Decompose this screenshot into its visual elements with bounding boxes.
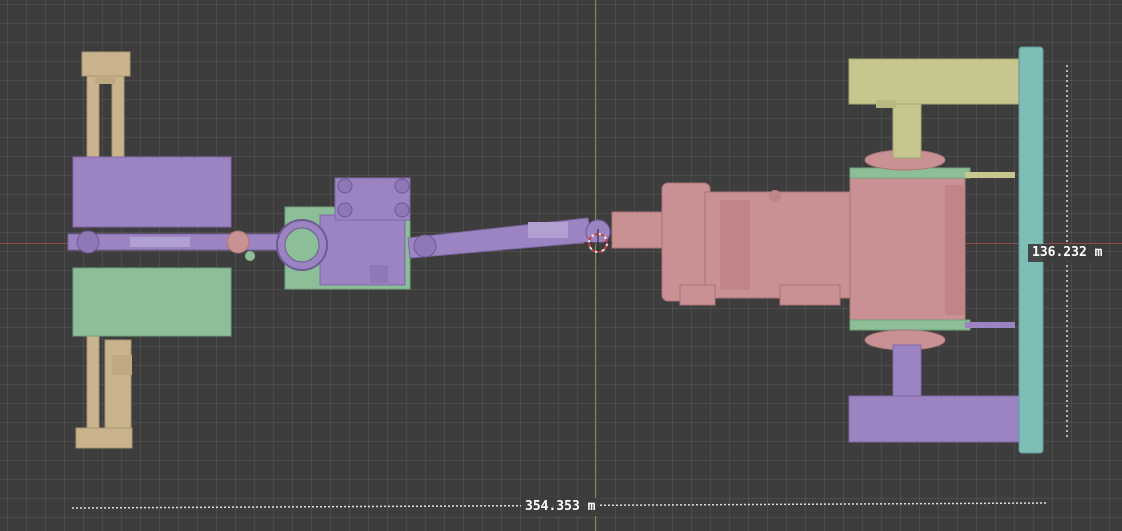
transmission[interactable] xyxy=(611,182,858,306)
scene-canvas[interactable] xyxy=(0,0,1122,531)
transfer-case[interactable] xyxy=(276,177,411,290)
front-wheel-bottom[interactable] xyxy=(72,267,232,337)
rear-driveshaft[interactable] xyxy=(407,217,611,259)
rear-wheel-bottom[interactable] xyxy=(848,344,1022,443)
3d-viewport[interactable]: 354.353 m 136.232 m xyxy=(0,0,1122,531)
rear-wheel-top[interactable] xyxy=(848,58,1022,159)
front-wheel-top[interactable] xyxy=(72,156,232,228)
height-measurement-label: 136.232 m xyxy=(1028,244,1107,262)
rear-axle[interactable] xyxy=(849,149,1015,351)
width-measurement-label: 354.353 m xyxy=(521,498,600,516)
front-driveshaft[interactable] xyxy=(67,230,284,261)
